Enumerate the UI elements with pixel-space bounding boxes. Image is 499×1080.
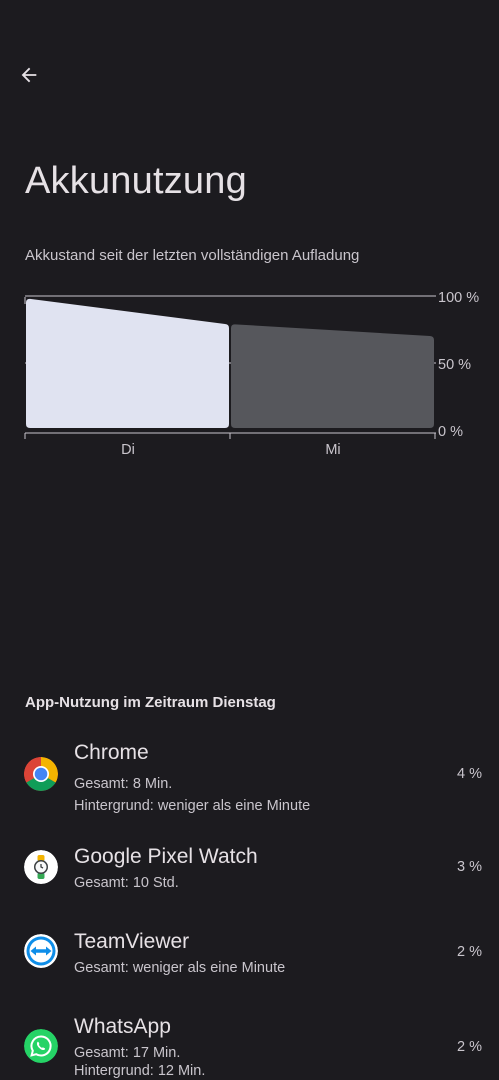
app-percent: 2 %	[457, 1039, 482, 1055]
pixel-watch-icon	[24, 850, 58, 884]
daily-battery-chart[interactable]: 100 %50 %0 %DiMi100 %50 %0 %14:0016:0018…	[0, 0, 499, 470]
app-percent: 3 %	[457, 859, 482, 875]
teamviewer-icon	[24, 934, 58, 968]
app-background-time: Hintergrund: weniger als eine Minute	[74, 798, 311, 814]
app-background-time: Hintergrund: 12 Min.	[74, 1063, 206, 1079]
chrome-icon	[24, 757, 58, 791]
daily-x-label-0[interactable]: Di	[121, 442, 135, 458]
daily-y-tick-label: 0 %	[438, 424, 463, 440]
app-name: TeamViewer	[74, 930, 190, 953]
daily-x-label-1[interactable]: Mi	[325, 442, 340, 458]
app-row-whatsapp[interactable]: WhatsApp Gesamt: 17 Min. Hintergrund: 12…	[0, 1015, 499, 1080]
app-total-time: Gesamt: weniger als eine Minute	[74, 960, 286, 976]
daily-y-tick-label: 100 %	[438, 290, 479, 306]
app-percent: 4 %	[457, 766, 482, 782]
daily-bar[interactable]	[26, 298, 229, 428]
app-name: WhatsApp	[74, 1015, 171, 1038]
app-percent: 2 %	[457, 944, 482, 960]
app-row-teamviewer[interactable]: TeamViewer Gesamt: weniger als eine Minu…	[0, 930, 499, 980]
app-name: Chrome	[74, 741, 149, 764]
daily-bar[interactable]	[231, 324, 434, 428]
app-row-google-pixel-watch[interactable]: Google Pixel Watch Gesamt: 10 Std. 3 %	[0, 845, 499, 895]
app-total-time: Gesamt: 8 Min.	[74, 776, 173, 792]
app-total-time: Gesamt: 17 Min.	[74, 1045, 181, 1061]
app-row-chrome[interactable]: Chrome Gesamt: 8 Min. Hintergrund: wenig…	[0, 741, 499, 814]
app-name: Google Pixel Watch	[74, 845, 258, 868]
app-total-time: Gesamt: 10 Std.	[74, 875, 179, 891]
app-usage-header: App-Nutzung im Zeitraum Dienstag	[25, 694, 276, 711]
whatsapp-icon	[24, 1029, 58, 1063]
daily-y-tick-label: 50 %	[438, 357, 471, 373]
